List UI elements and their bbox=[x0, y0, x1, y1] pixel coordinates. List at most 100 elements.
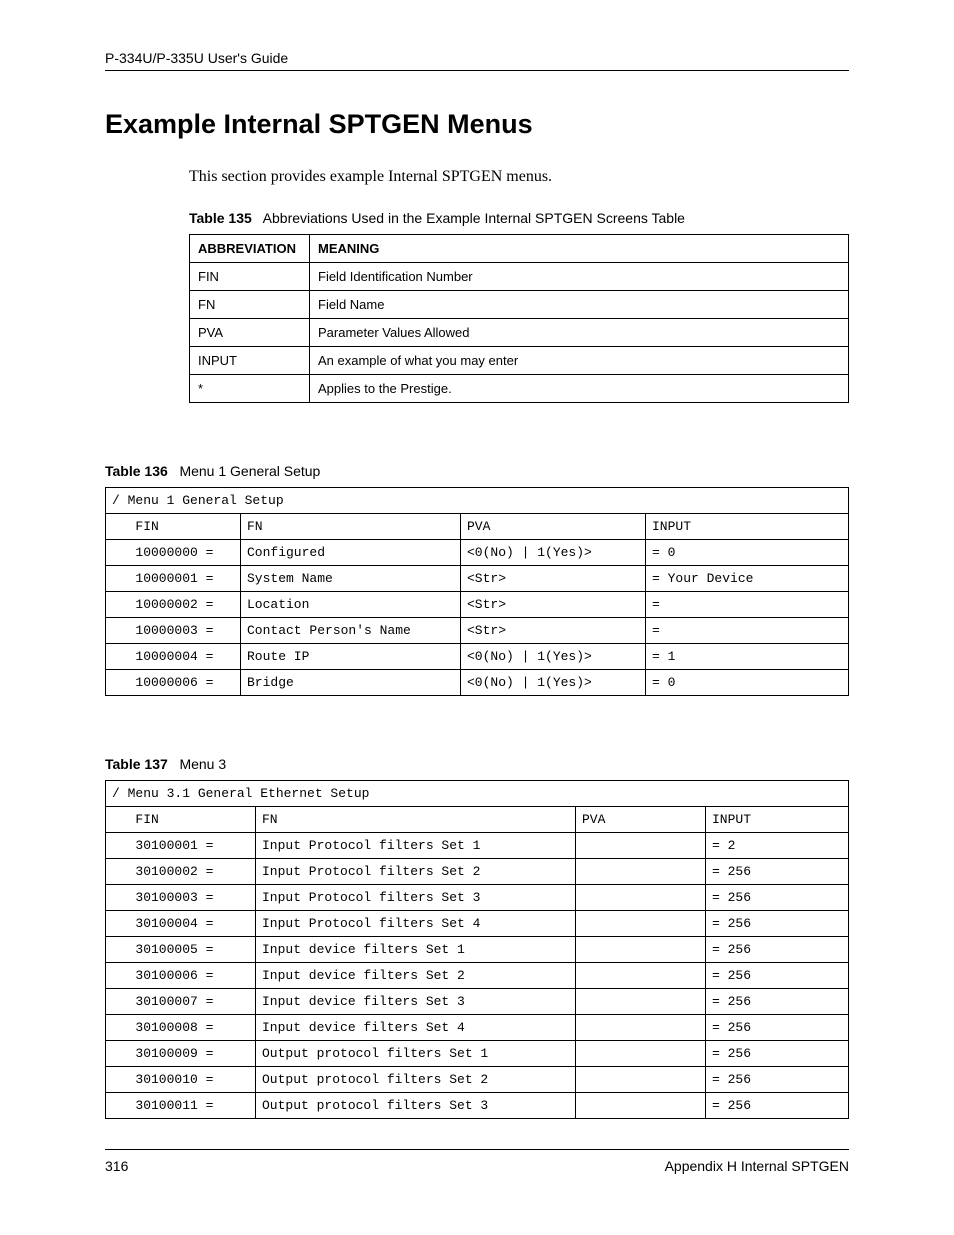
pva-cell: <0(No) | 1(Yes)> bbox=[461, 644, 646, 670]
fn-cell: System Name bbox=[241, 566, 461, 592]
fin-cell: 10000000 = bbox=[106, 540, 241, 566]
page-number: 316 bbox=[105, 1158, 128, 1174]
table-row: INPUT An example of what you may enter bbox=[190, 347, 849, 375]
table-header-row: FIN FN PVA INPUT bbox=[106, 807, 849, 833]
pva-cell bbox=[576, 963, 706, 989]
fin-cell: 10000003 = bbox=[106, 618, 241, 644]
abbr-cell: * bbox=[190, 375, 310, 403]
abbr-cell: PVA bbox=[190, 319, 310, 347]
table-row: 30100006 =Input device filters Set 2= 25… bbox=[106, 963, 849, 989]
fn-cell: Input Protocol filters Set 2 bbox=[256, 859, 576, 885]
table-135-title: Abbreviations Used in the Example Intern… bbox=[252, 210, 685, 226]
table-row: 10000001 =System Name<Str>= Your Device bbox=[106, 566, 849, 592]
fn-cell: Output protocol filters Set 1 bbox=[256, 1041, 576, 1067]
input-cell: = 256 bbox=[706, 1015, 849, 1041]
table-row: 10000003 =Contact Person's Name<Str>= bbox=[106, 618, 849, 644]
table-136: / Menu 1 General Setup FIN FN PVA INPUT … bbox=[105, 487, 849, 696]
pva-cell: <Str> bbox=[461, 618, 646, 644]
table-135-label: Table 135 bbox=[189, 210, 252, 226]
input-cell: = 256 bbox=[706, 885, 849, 911]
pva-cell bbox=[576, 1015, 706, 1041]
fin-cell: 30100002 = bbox=[106, 859, 256, 885]
table-header-row: FIN FN PVA INPUT bbox=[106, 514, 849, 540]
table-row: FN Field Name bbox=[190, 291, 849, 319]
table-row: * Applies to the Prestige. bbox=[190, 375, 849, 403]
meaning-cell: Field Name bbox=[310, 291, 849, 319]
col-meaning-header: MEANING bbox=[310, 235, 849, 263]
fin-cell: 30100009 = bbox=[106, 1041, 256, 1067]
abbr-cell: FIN bbox=[190, 263, 310, 291]
pva-cell bbox=[576, 1067, 706, 1093]
fn-cell: Input device filters Set 1 bbox=[256, 937, 576, 963]
fin-cell: 30100007 = bbox=[106, 989, 256, 1015]
input-header: INPUT bbox=[706, 807, 849, 833]
fn-header: FN bbox=[256, 807, 576, 833]
col-abbr-header: ABBREVIATION bbox=[190, 235, 310, 263]
fin-cell: 30100008 = bbox=[106, 1015, 256, 1041]
fin-header: FIN bbox=[106, 514, 241, 540]
fin-cell: 30100005 = bbox=[106, 937, 256, 963]
table-row: 10000004 =Route IP<0(No) | 1(Yes)>= 1 bbox=[106, 644, 849, 670]
fn-cell: Output protocol filters Set 3 bbox=[256, 1093, 576, 1119]
meaning-cell: Field Identification Number bbox=[310, 263, 849, 291]
guide-title: P-334U/P-335U User's Guide bbox=[105, 50, 288, 66]
input-cell: = 256 bbox=[706, 911, 849, 937]
fin-cell: 30100010 = bbox=[106, 1067, 256, 1093]
table-137-caption: Table 137 Menu 3 bbox=[105, 756, 849, 772]
fn-cell: Input Protocol filters Set 3 bbox=[256, 885, 576, 911]
input-cell: = 256 bbox=[706, 859, 849, 885]
pva-cell: <0(No) | 1(Yes)> bbox=[461, 540, 646, 566]
fin-header: FIN bbox=[106, 807, 256, 833]
pva-header: PVA bbox=[576, 807, 706, 833]
table-row: 30100008 =Input device filters Set 4 = 25… bbox=[106, 1015, 849, 1041]
menu-title-row: / Menu 1 General Setup bbox=[106, 488, 849, 514]
fn-cell: Bridge bbox=[241, 670, 461, 696]
menu-title-row: / Menu 3.1 General Ethernet Setup bbox=[106, 781, 849, 807]
table-row: 30100010 =Output protocol filters Set 2=… bbox=[106, 1067, 849, 1093]
input-cell: = 256 bbox=[706, 1041, 849, 1067]
fin-cell: 10000002 = bbox=[106, 592, 241, 618]
pva-cell bbox=[576, 937, 706, 963]
fin-cell: 30100006 = bbox=[106, 963, 256, 989]
table-row: ABBREVIATION MEANING bbox=[190, 235, 849, 263]
table-row: 30100003 =Input Protocol filters Set 3 = … bbox=[106, 885, 849, 911]
fn-cell: Input device filters Set 2 bbox=[256, 963, 576, 989]
table-row: PVA Parameter Values Allowed bbox=[190, 319, 849, 347]
fin-cell: 30100003 = bbox=[106, 885, 256, 911]
table-row: 30100009 =Output protocol filters Set 1 =… bbox=[106, 1041, 849, 1067]
table-row: 30100011 =Output protocol filters Set 3 =… bbox=[106, 1093, 849, 1119]
pva-cell: <Str> bbox=[461, 566, 646, 592]
table-137: / Menu 3.1 General Ethernet Setup FIN FN… bbox=[105, 780, 849, 1119]
meaning-cell: An example of what you may enter bbox=[310, 347, 849, 375]
table-137-label: Table 137 bbox=[105, 756, 168, 772]
fn-cell: Contact Person's Name bbox=[241, 618, 461, 644]
input-cell: = 0 bbox=[646, 670, 849, 696]
pva-cell: <0(No) | 1(Yes)> bbox=[461, 670, 646, 696]
fin-cell: 30100004 = bbox=[106, 911, 256, 937]
input-cell: = Your Device bbox=[646, 566, 849, 592]
menu-title: / Menu 3.1 General Ethernet Setup bbox=[106, 781, 849, 807]
pva-cell bbox=[576, 833, 706, 859]
fn-cell: Configured bbox=[241, 540, 461, 566]
table-row: 30100001 =Input Protocol filters Set 1= … bbox=[106, 833, 849, 859]
pva-cell bbox=[576, 1041, 706, 1067]
table-row: 10000000 =Configured<0(No) | 1(Yes)>= 0 bbox=[106, 540, 849, 566]
fn-cell: Input device filters Set 4 bbox=[256, 1015, 576, 1041]
pva-cell bbox=[576, 911, 706, 937]
input-cell: = 2 bbox=[706, 833, 849, 859]
table-row: 10000002 =Location<Str>= bbox=[106, 592, 849, 618]
fin-cell: 30100011 = bbox=[106, 1093, 256, 1119]
input-cell: = 256 bbox=[706, 1067, 849, 1093]
pva-cell bbox=[576, 1093, 706, 1119]
input-header: INPUT bbox=[646, 514, 849, 540]
pva-cell: <Str> bbox=[461, 592, 646, 618]
appendix-label: Appendix H Internal SPTGEN bbox=[665, 1158, 849, 1174]
fn-cell: Route IP bbox=[241, 644, 461, 670]
menu-title: / Menu 1 General Setup bbox=[106, 488, 849, 514]
input-cell: = bbox=[646, 592, 849, 618]
table-row: 30100002 =Input Protocol filters Set 2 = … bbox=[106, 859, 849, 885]
fn-cell: Input device filters Set 3 bbox=[256, 989, 576, 1015]
table-135: ABBREVIATION MEANING FIN Field Identific… bbox=[189, 234, 849, 403]
input-cell: = 256 bbox=[706, 1093, 849, 1119]
input-cell: = bbox=[646, 618, 849, 644]
